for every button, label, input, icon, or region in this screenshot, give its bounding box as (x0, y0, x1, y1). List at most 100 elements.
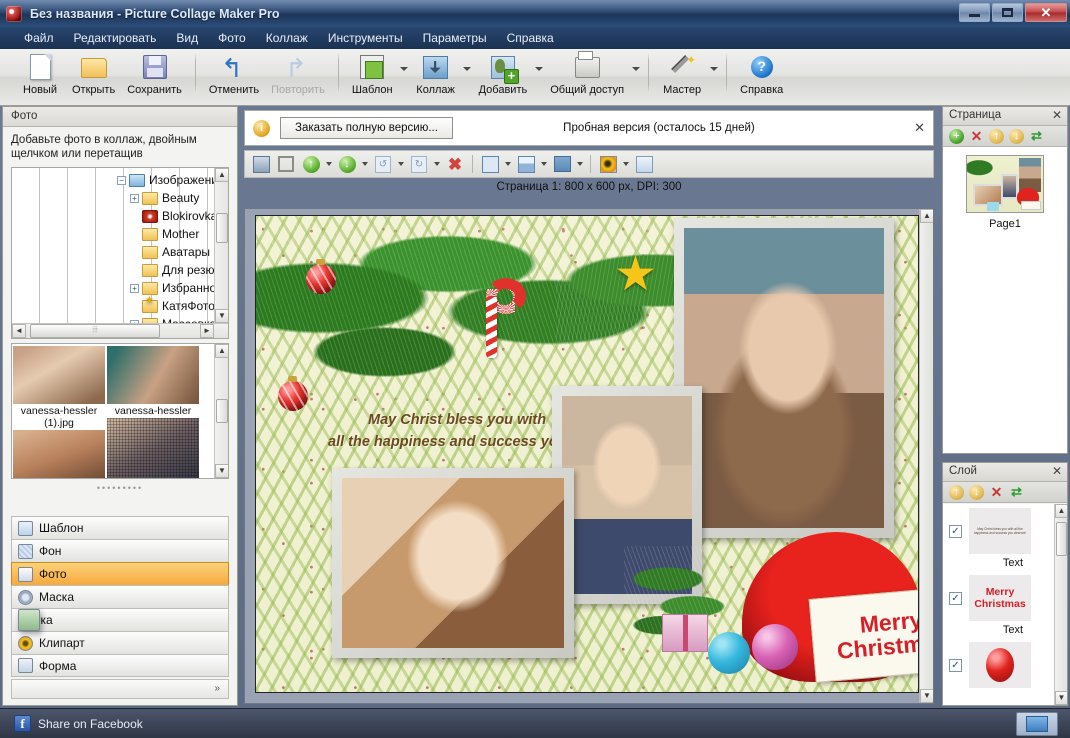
delete-red-x-icon[interactable]: ✖ (443, 152, 467, 176)
toolbar-undo-button[interactable]: ↰ Отменить (203, 49, 265, 96)
delete-layer-icon[interactable]: ✕ (989, 485, 1004, 500)
toolbar-redo-button[interactable]: ↱ Повторить (265, 49, 331, 96)
rotate-right-dropdown[interactable] (432, 152, 442, 176)
toolbar-new-button[interactable]: Новый (14, 49, 66, 96)
folder-tree[interactable]: − Изображения + Beauty Blokirovka Mother… (11, 167, 229, 339)
minimize-button[interactable] (959, 3, 990, 22)
photo-frame-portrait-right[interactable] (674, 218, 894, 538)
close-button[interactable]: ✕ (1025, 3, 1067, 22)
expander-icon[interactable]: + (130, 283, 139, 293)
trial-close-icon[interactable]: ✕ (914, 120, 925, 136)
tree-item-images[interactable]: − Изображения (12, 171, 228, 189)
effects-icon[interactable] (596, 152, 620, 176)
category-item-frame[interactable]: Рамка (11, 608, 229, 631)
tree-item-mother[interactable]: Mother (12, 225, 228, 243)
thumbnail-item[interactable]: vanessa-hessler (1).jpg (13, 346, 105, 478)
scroll-up-icon[interactable]: ▲ (1055, 504, 1067, 518)
tree-item-resume[interactable]: Для резюме (12, 261, 228, 279)
toolbar-template-button[interactable]: Шаблон (346, 49, 399, 96)
layer-vertical-scrollbar[interactable]: ▲ ▼ (1054, 504, 1067, 705)
tree-horizontal-scrollbar[interactable]: ◄ ⦙⦙⦙ ► (12, 323, 228, 338)
page-panel-close-icon[interactable]: ✕ (1052, 108, 1062, 122)
distribute-dropdown[interactable] (575, 152, 585, 176)
toolbar-collage-button[interactable]: Коллаж (410, 49, 462, 96)
toolbar-add-button[interactable]: Добавить (473, 49, 534, 96)
scroll-left-icon[interactable]: ◄ (12, 324, 26, 338)
category-item-template[interactable]: Шаблон (11, 516, 229, 539)
layer-visibility-checkbox[interactable]: ✓ (949, 524, 962, 538)
scroll-down-icon[interactable]: ▼ (215, 309, 228, 323)
align-vertical-icon[interactable] (478, 152, 502, 176)
tree-item-favorites[interactable]: + Избранное (12, 279, 228, 322)
tree-item-blokirovka[interactable]: Blokirovka (12, 207, 228, 225)
effects-dropdown[interactable] (621, 152, 631, 176)
toolbar-open-button[interactable]: Открыть (66, 49, 121, 96)
menu-item-file[interactable]: Файл (14, 29, 64, 47)
panel-splitter[interactable]: ••••••••• (11, 482, 229, 494)
distribute-icon[interactable] (550, 152, 574, 176)
category-item-background[interactable]: Фон (11, 539, 229, 562)
add-page-icon[interactable]: + (949, 128, 964, 144)
menu-item-tools[interactable]: Инструменты (318, 29, 413, 47)
move-up-dropdown[interactable] (324, 152, 334, 176)
toolbar-help-button[interactable]: ? Справка (734, 49, 789, 96)
toolbar-share-button[interactable]: Общий доступ (544, 49, 630, 96)
collage-canvas[interactable]: ★ May Christ bless you with all the happ… (255, 215, 919, 693)
layer-list[interactable]: ✓ May Christ bless you with all the happ… (943, 504, 1067, 705)
layer-item[interactable]: ✓ May Christ bless you with all the happ… (943, 504, 1067, 554)
scroll-thumb[interactable] (216, 213, 228, 243)
refresh-icon[interactable]: ⇄ (1029, 128, 1044, 144)
collage-dropdown-arrow[interactable] (462, 49, 473, 89)
move-page-up-icon[interactable]: ↑ (989, 128, 1004, 144)
category-item-photo[interactable]: Фото (11, 562, 229, 585)
photo-frame-portrait-left[interactable] (332, 468, 574, 658)
menu-item-photo[interactable]: Фото (208, 29, 256, 47)
share-on-facebook-button[interactable]: f Share on Facebook (14, 715, 143, 732)
expand-categories-button[interactable]: » (11, 679, 229, 699)
scroll-down-icon[interactable]: ▼ (920, 689, 933, 703)
layer-visibility-checkbox[interactable]: ✓ (949, 658, 962, 672)
photo-thumbnails[interactable]: vanessa-hessler (1).jpg vanessa-hessler … (11, 343, 229, 479)
scroll-thumb[interactable] (1056, 522, 1067, 556)
layer-panel-close-icon[interactable]: ✕ (1052, 464, 1062, 478)
maximize-button[interactable] (992, 3, 1023, 22)
order-full-version-button[interactable]: Заказать полную версию... (280, 117, 453, 139)
menu-item-edit[interactable]: Редактировать (64, 29, 167, 47)
rotate-right-icon[interactable]: ↻ (407, 152, 431, 176)
move-up-icon[interactable]: ↑ (299, 152, 323, 176)
category-item-mask[interactable]: Маска (11, 585, 229, 608)
wizard-dropdown-arrow[interactable] (708, 49, 719, 89)
share-dropdown-arrow[interactable] (630, 49, 641, 89)
scroll-thumb[interactable] (216, 399, 228, 423)
refresh-layers-icon[interactable]: ⇄ (1009, 484, 1024, 500)
display-mode-button[interactable] (1016, 712, 1058, 736)
category-item-shape[interactable]: Форма (11, 654, 229, 677)
page-list[interactable]: Page1 (943, 147, 1067, 453)
scroll-up-icon[interactable]: ▲ (215, 168, 228, 182)
align-left-dropdown[interactable] (539, 152, 549, 176)
category-item-clipart[interactable]: Клипарт (11, 631, 229, 654)
move-page-down-icon[interactable]: ↓ (1009, 128, 1024, 144)
add-dropdown-arrow[interactable] (533, 49, 544, 89)
hscroll-thumb[interactable]: ⦙⦙⦙ (30, 324, 160, 338)
toolbar-save-button[interactable]: Сохранить (121, 49, 188, 96)
crop-icon[interactable] (274, 152, 298, 176)
rotate-left-dropdown[interactable] (396, 152, 406, 176)
align-left-icon[interactable] (514, 152, 538, 176)
rotate-left-icon[interactable]: ↺ (371, 152, 395, 176)
expander-icon[interactable]: + (130, 193, 139, 203)
scroll-right-icon[interactable]: ► (200, 324, 214, 338)
tree-vertical-scrollbar[interactable]: ▲ ▼ (214, 168, 228, 338)
template-dropdown-arrow[interactable] (399, 49, 410, 89)
tree-item-beauty[interactable]: + Beauty (12, 189, 228, 207)
layer-visibility-checkbox[interactable]: ✓ (949, 591, 962, 605)
menu-item-help[interactable]: Справка (497, 29, 564, 47)
delete-page-icon[interactable]: ✕ (969, 129, 984, 144)
scroll-down-icon[interactable]: ▼ (215, 464, 228, 478)
scroll-down-icon[interactable]: ▼ (1055, 691, 1067, 705)
tree-item-katyafoto[interactable]: КатяФото (12, 297, 228, 315)
thumbs-vertical-scrollbar[interactable]: ▲ ▼ (214, 344, 228, 478)
align-vertical-dropdown[interactable] (503, 152, 513, 176)
scroll-up-icon[interactable]: ▲ (215, 344, 228, 358)
thumbnail-item[interactable]: vanessa-hessler (107, 346, 199, 478)
